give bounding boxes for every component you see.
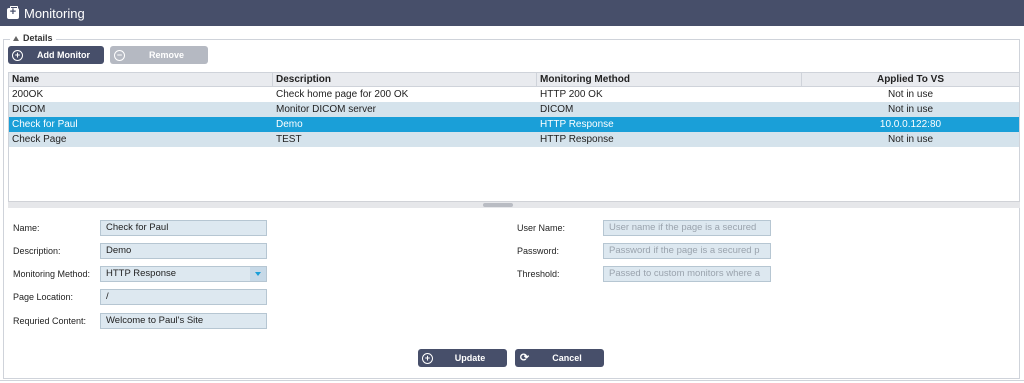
user-name-label: User Name:: [517, 223, 566, 233]
update-button[interactable]: + Update: [418, 349, 507, 367]
user-name-field[interactable]: User name if the page is a secured: [603, 220, 771, 236]
cell-applied: Not in use: [887, 104, 934, 115]
splitter[interactable]: [8, 201, 1020, 208]
name-field[interactable]: Check for Paul: [100, 220, 267, 236]
monitor-table: Name Description Monitoring Method Appli…: [8, 72, 1020, 208]
threshold-label: Threshold:: [517, 269, 560, 279]
refresh-icon: ⟳: [519, 351, 530, 364]
description-label: Description:: [13, 246, 61, 256]
cell-name: DICOM: [12, 104, 46, 115]
table-row[interactable]: DICOM Monitor DICOM server DICOM Not in …: [9, 102, 1019, 117]
cell-method: DICOM: [540, 104, 574, 115]
table-row[interactable]: Check Page TEST HTTP Response Not in use: [9, 132, 1019, 147]
column-header-name[interactable]: Name: [9, 73, 273, 86]
column-header-method[interactable]: Monitoring Method: [537, 73, 802, 86]
password-label: Password:: [517, 246, 560, 256]
collapse-triangle-icon[interactable]: [13, 35, 19, 41]
add-monitor-button[interactable]: + Add Monitor: [8, 46, 104, 64]
name-label: Name:: [13, 223, 40, 233]
cell-applied: Not in use: [887, 134, 934, 145]
monitoring-method-label: Monitoring Method:: [13, 269, 91, 279]
window-title: Monitoring: [24, 5, 85, 21]
plus-circle-icon: +: [12, 49, 23, 61]
threshold-field[interactable]: Passed to custom monitors where a: [603, 266, 771, 282]
table-header: Name Description Monitoring Method Appli…: [9, 73, 1019, 87]
monitoring-method-value: HTTP Response: [106, 268, 177, 279]
cancel-button[interactable]: ⟳ Cancel: [515, 349, 604, 367]
required-content-field[interactable]: Welcome to Paul's Site: [100, 313, 267, 329]
cell-name: Check for Paul: [12, 119, 78, 130]
cell-description: TEST: [276, 134, 302, 145]
table-row-selected[interactable]: Check for Paul Demo HTTP Response 10.0.0…: [9, 117, 1019, 132]
bottom-divider: [0, 380, 1024, 381]
page-location-field[interactable]: /: [100, 289, 267, 305]
cell-description: Check home page for 200 OK: [276, 89, 409, 100]
cell-name: Check Page: [12, 134, 67, 145]
column-header-description[interactable]: Description: [273, 73, 537, 86]
description-field[interactable]: Demo: [100, 243, 267, 259]
cell-description: Demo: [276, 119, 303, 130]
cell-applied: 10.0.0.122:80: [879, 119, 942, 130]
first-aid-kit-icon: [7, 5, 19, 19]
monitoring-method-select[interactable]: HTTP Response: [100, 266, 267, 282]
cell-method: HTTP Response: [540, 134, 614, 145]
password-field[interactable]: Password if the page is a secured p: [603, 243, 771, 259]
page-location-label: Page Location:: [13, 292, 74, 302]
remove-button[interactable]: − Remove: [110, 46, 208, 64]
details-legend[interactable]: Details: [10, 33, 56, 43]
required-content-label: Requried Content:: [13, 316, 87, 326]
title-bar: Monitoring: [0, 0, 1024, 26]
cell-applied: Not in use: [887, 89, 934, 100]
cell-method: HTTP 200 OK: [540, 89, 603, 100]
cell-name: 200OK: [12, 89, 44, 100]
cell-method: HTTP Response: [540, 119, 614, 130]
column-header-applied[interactable]: Applied To VS: [802, 73, 1019, 86]
minus-circle-icon: −: [114, 49, 125, 61]
details-legend-label: Details: [23, 33, 53, 43]
plus-circle-icon: +: [422, 352, 433, 364]
chevron-down-icon[interactable]: [250, 267, 266, 281]
cell-description: Monitor DICOM server: [276, 104, 377, 115]
splitter-grip-icon[interactable]: [483, 203, 513, 207]
table-row[interactable]: 200OK Check home page for 200 OK HTTP 20…: [9, 87, 1019, 102]
